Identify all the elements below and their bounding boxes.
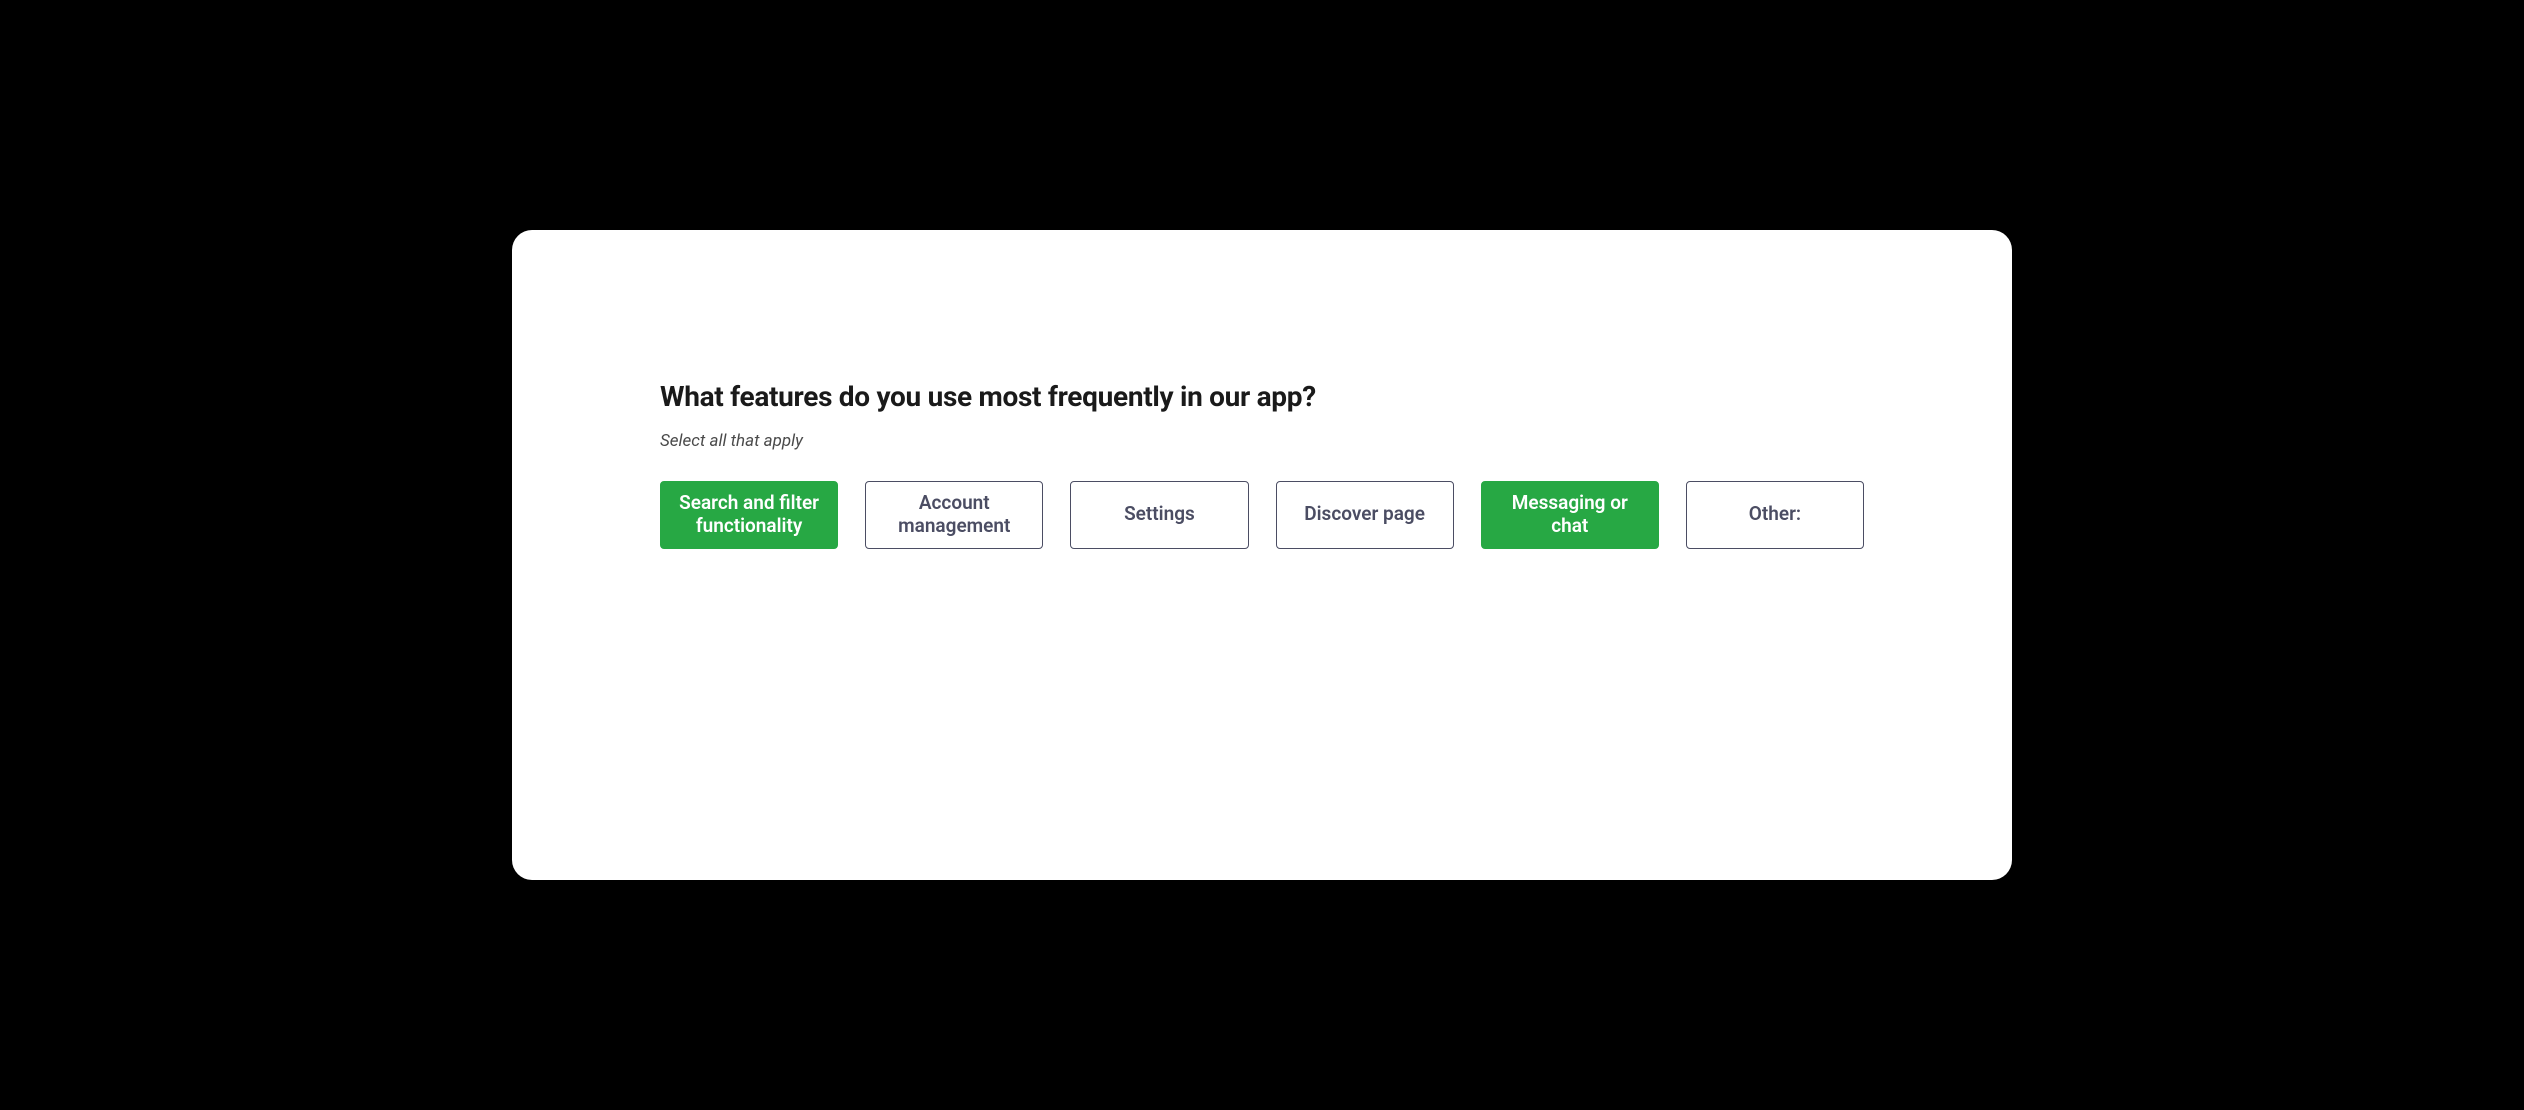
- option-other[interactable]: Other:: [1686, 481, 1864, 549]
- option-account-management[interactable]: Account management: [865, 481, 1043, 549]
- survey-card: What features do you use most frequently…: [512, 230, 2012, 880]
- question-title: What features do you use most frequently…: [660, 380, 1864, 413]
- options-row: Search and filter functionality Account …: [660, 481, 1864, 549]
- question-subtitle: Select all that apply: [660, 431, 1864, 451]
- option-search-filter[interactable]: Search and filter functionality: [660, 481, 838, 549]
- option-discover-page[interactable]: Discover page: [1276, 481, 1454, 549]
- option-settings[interactable]: Settings: [1070, 481, 1248, 549]
- option-messaging-chat[interactable]: Messaging or chat: [1481, 481, 1659, 549]
